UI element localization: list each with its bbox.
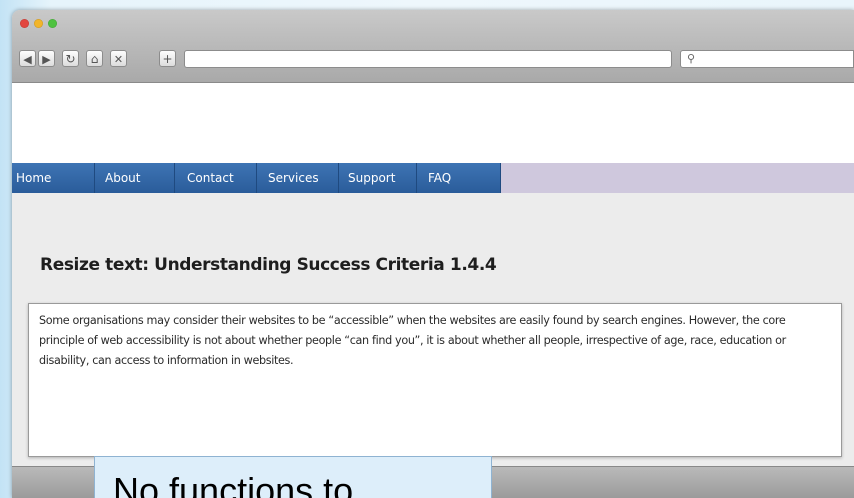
- site-header: [12, 83, 854, 163]
- address-bar[interactable]: [184, 50, 672, 68]
- site-nav-menu: Home About Contact Services Support FAQ: [12, 163, 501, 193]
- web-page: Home About Contact Services Support FAQ …: [12, 83, 854, 466]
- browser-window: ◀ ▶ ↻ ⌂ ✕ + ⚲ Home About Contact Service…: [12, 10, 854, 498]
- back-icon[interactable]: ◀: [19, 50, 36, 67]
- nav-item-support[interactable]: Support: [339, 163, 417, 193]
- nav-item-home[interactable]: Home: [12, 163, 95, 193]
- nav-item-services[interactable]: Services: [257, 163, 339, 193]
- stop-icon[interactable]: ✕: [110, 50, 127, 67]
- content-box: Some organisations may consider their we…: [28, 303, 842, 457]
- new-tab-button[interactable]: +: [159, 50, 176, 67]
- site-nav-bar: Home About Contact Services Support FAQ: [12, 163, 854, 193]
- caption-box: No functions to: [94, 456, 492, 498]
- page-title: Resize text: Understanding Success Crite…: [40, 255, 497, 275]
- nav-item-faq[interactable]: FAQ: [417, 163, 501, 193]
- nav-item-about[interactable]: About: [95, 163, 175, 193]
- nav-item-contact[interactable]: Contact: [175, 163, 257, 193]
- maximize-window-icon[interactable]: [48, 19, 57, 28]
- home-icon[interactable]: ⌂: [86, 50, 103, 67]
- close-window-icon[interactable]: [20, 19, 29, 28]
- browser-toolbar: ◀ ▶ ↻ ⌂ ✕ + ⚲: [12, 10, 854, 83]
- reload-icon[interactable]: ↻: [62, 50, 79, 67]
- minimize-window-icon[interactable]: [34, 19, 43, 28]
- forward-icon[interactable]: ▶: [38, 50, 55, 67]
- content-paragraph: Some organisations may consider their we…: [39, 314, 786, 367]
- search-icon: ⚲: [687, 52, 696, 65]
- search-input[interactable]: ⚲: [680, 50, 854, 68]
